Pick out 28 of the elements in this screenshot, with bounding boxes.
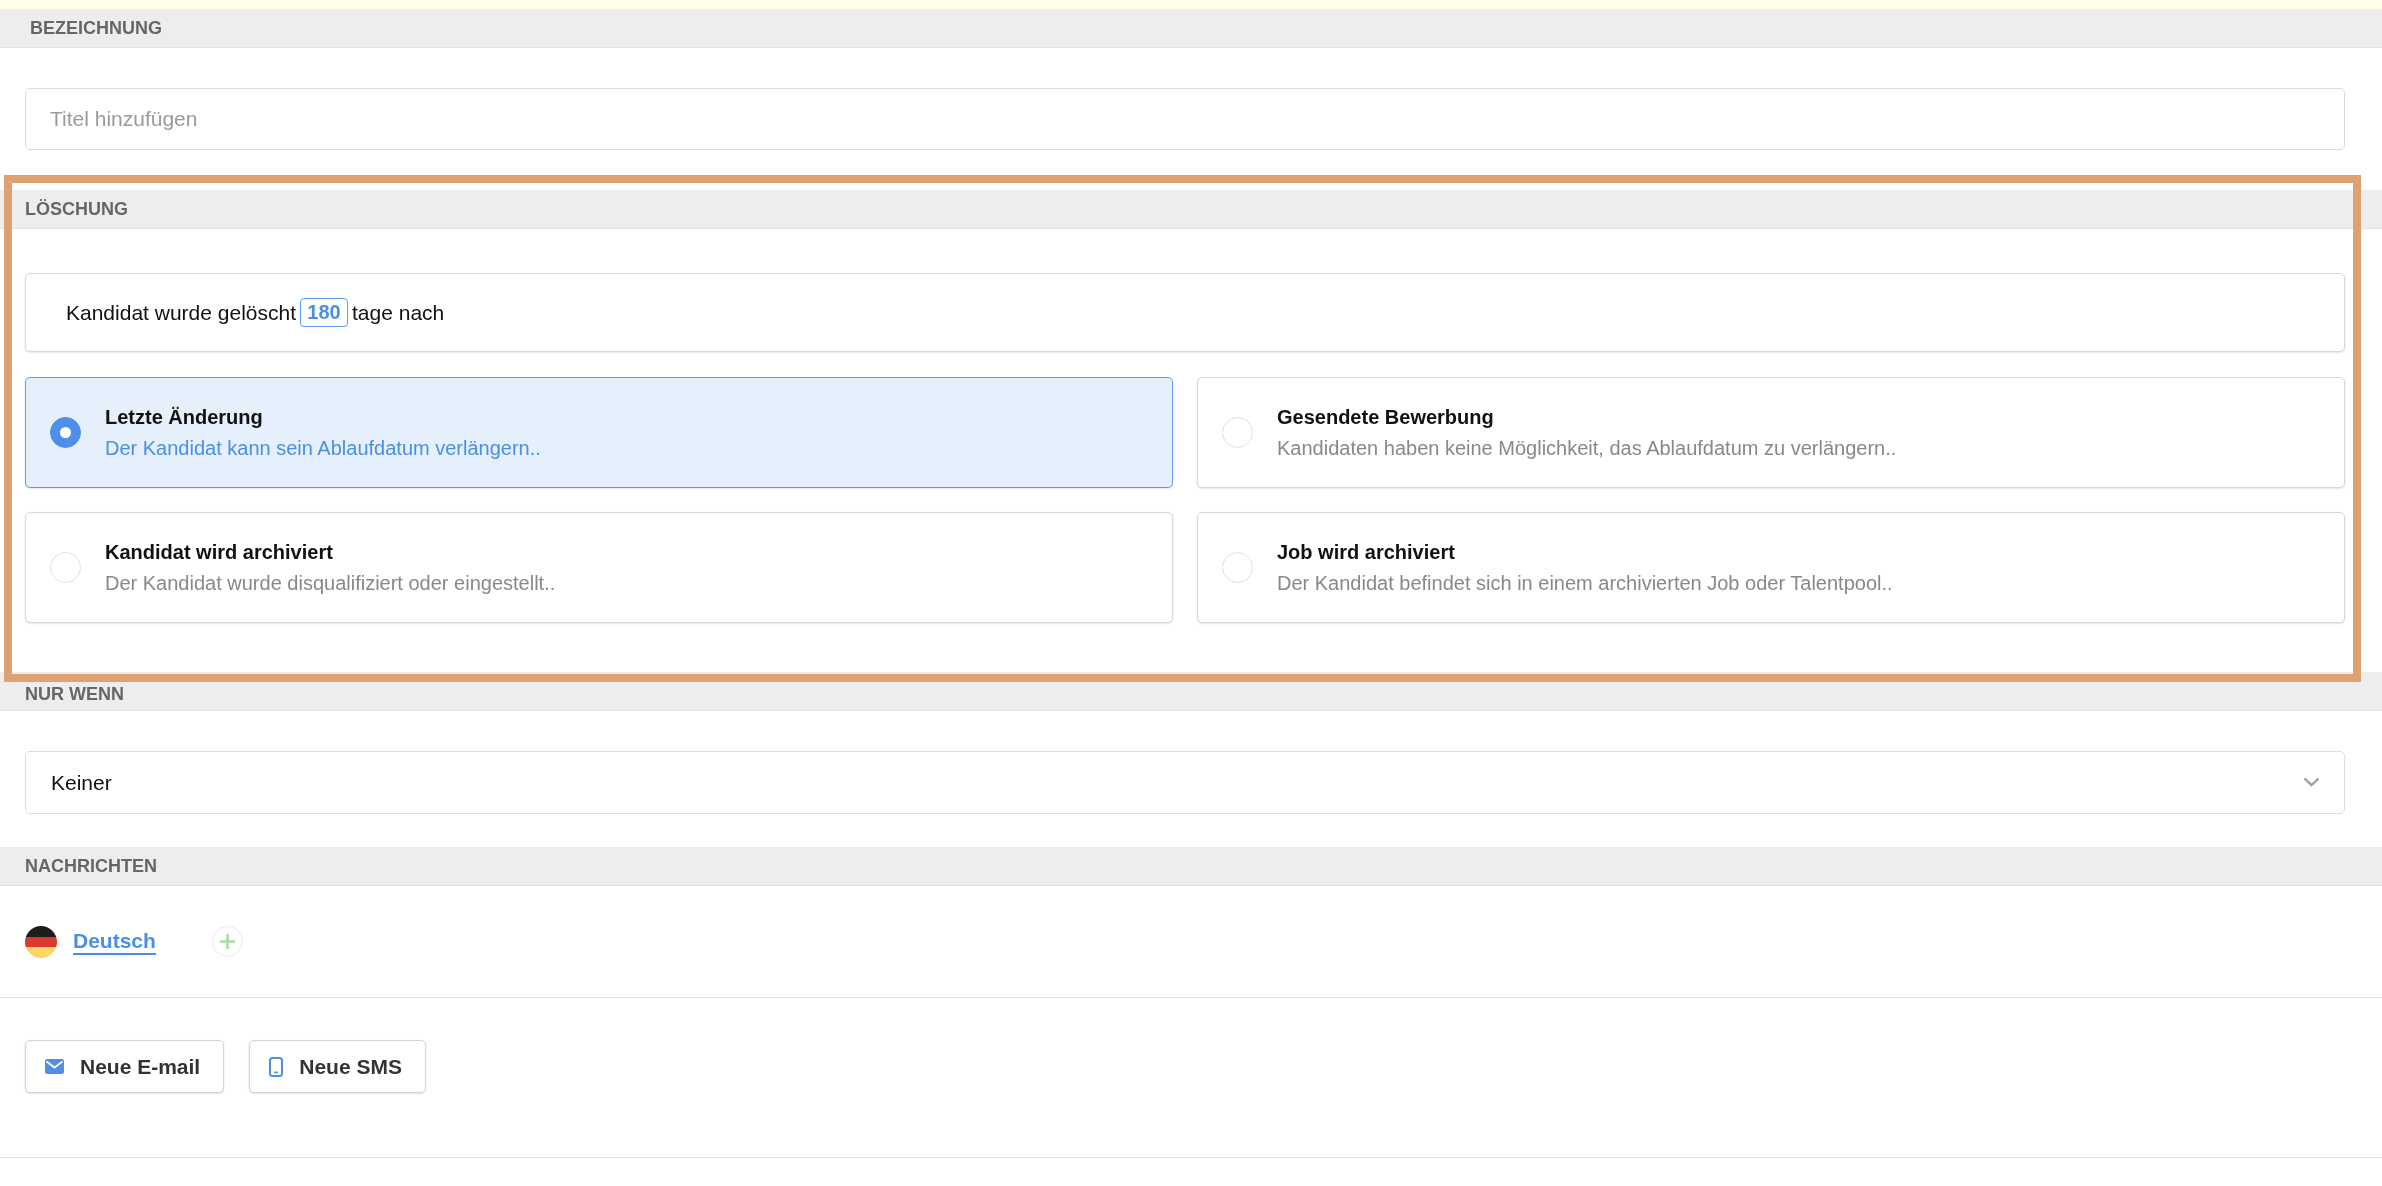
option-card[interactable]: Gesendete Bewerbung Kandidaten haben keine Möglichkeit, das Ablaufdatum zu verlängern.. — [1197, 377, 2345, 488]
mail-icon — [45, 1059, 64, 1074]
section-heading: BEZEICHNUNG — [0, 9, 2382, 48]
plus-icon — [219, 934, 235, 949]
chevron-down-icon — [2304, 778, 2319, 787]
section-heading: NACHRICHTEN — [0, 847, 2382, 886]
title-field[interactable]: Titel hinzufügen — [25, 88, 2345, 150]
option-description: Kandidaten haben keine Möglichkeit, das Ablaufdatum zu verlängern.. — [1277, 435, 1897, 461]
new-email-button[interactable]: Neue E-mail — [25, 1040, 225, 1093]
rule-text: Kandidat wurde gelöscht — [66, 300, 296, 325]
add-language-button[interactable] — [211, 926, 243, 957]
option-description: Der Kandidat kann sein Ablaufdatum verlängern.. — [105, 435, 541, 461]
option-description: Der Kandidat befindet sich in einem archivierten Job oder Talentpool.. — [1277, 570, 1893, 596]
phone-icon — [269, 1056, 284, 1077]
radio-button[interactable] — [50, 417, 81, 448]
section-heading: LÖSCHUNG — [0, 190, 2382, 229]
condition-select[interactable]: Keiner — [25, 751, 2345, 814]
new-sms-button[interactable]: Neue SMS — [249, 1040, 426, 1093]
option-title: Gesendete Bewerbung — [1277, 404, 1495, 430]
option-card[interactable]: Job wird archiviert Der Kandidat befindet sich in einem archivierten Job oder Talentpool.. — [1197, 512, 2345, 623]
flag-icon — [25, 925, 57, 958]
option-title: Kandidat wird archiviert — [105, 539, 334, 565]
option-description: Der Kandidat wurde disqualifiziert oder eingestellt.. — [105, 570, 556, 596]
option-title: Job wird archiviert — [1277, 539, 1456, 565]
option-card[interactable]: Kandidat wird archiviert Der Kandidat wurde disqualifiziert oder eingestellt.. — [25, 512, 1173, 623]
rule-text: tage nach — [352, 300, 445, 325]
option-card[interactable]: Letzte Änderung Der Kandidat kann sein Ablaufdatum verlängern.. — [25, 377, 1173, 488]
option-title: Letzte Änderung — [105, 404, 264, 430]
